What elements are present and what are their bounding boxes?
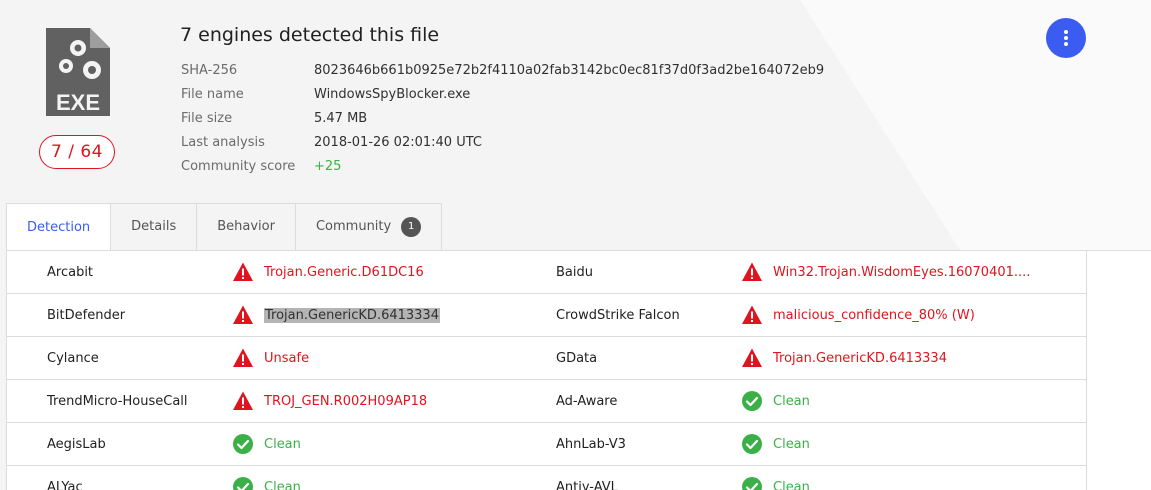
meta-key: File size: [181, 110, 314, 134]
more-vertical-icon: [1063, 29, 1069, 47]
meta-key: Community score: [181, 158, 314, 182]
detection-result: Clean: [232, 476, 301, 490]
engine-name: CrowdStrike Falcon: [556, 308, 680, 323]
result-label: Unsafe: [264, 351, 309, 366]
result-label: Clean: [773, 394, 810, 409]
page-title: 7 engines detected this file: [180, 24, 439, 46]
result-label: malicious_confidence_80% (W): [773, 308, 975, 323]
meta-row-last-analysis: Last analysis 2018-01-26 02:01:40 UTC: [181, 134, 824, 158]
engine-name: BitDefender: [47, 308, 125, 323]
detection-score-badge: 7 / 64: [39, 135, 115, 169]
result-label: Trojan.Generic.D61DC16: [264, 265, 424, 280]
warning-icon: [232, 261, 254, 283]
warning-icon: [232, 347, 254, 369]
check-circle-icon: [741, 390, 763, 412]
result-label: Clean: [773, 437, 810, 452]
detection-result: Clean: [741, 433, 810, 455]
panel-right-margin: [1085, 250, 1151, 490]
detection-result: Trojan.GenericKD.6413334: [741, 347, 947, 369]
check-circle-icon: [232, 433, 254, 455]
warning-icon: [741, 347, 763, 369]
tab-behavior[interactable]: Behavior: [197, 203, 296, 251]
tab-bar: Detection Details Behavior Community 1: [6, 203, 442, 250]
warning-icon: [232, 390, 254, 412]
detection-result: TROJ_GEN.R002H09AP18: [232, 390, 427, 412]
tab-community[interactable]: Community 1: [296, 203, 442, 251]
detection-result: malicious_confidence_80% (W): [741, 304, 975, 326]
last-analysis-value: 2018-01-26 02:01:40 UTC: [314, 134, 482, 158]
detection-result: Trojan.Generic.D61DC16: [232, 261, 424, 283]
engine-name: AegisLab: [47, 437, 106, 452]
tab-label: Details: [131, 204, 176, 250]
meta-key: Last analysis: [181, 134, 314, 158]
detection-result: Trojan.GenericKD.6413334: [232, 304, 440, 326]
check-circle-icon: [741, 476, 763, 490]
meta-row-sha256: SHA-256 8023646b661b0925e72b2f4110a02fab…: [181, 62, 824, 86]
tab-label: Detection: [27, 205, 90, 251]
engine-name: GData: [556, 351, 597, 366]
detection-result: Unsafe: [232, 347, 309, 369]
result-label: Clean: [264, 437, 301, 452]
engine-name: Antiy-AVL: [556, 480, 618, 490]
check-circle-icon: [741, 433, 763, 455]
table-row: Cylance Unsafe GData Trojan.GenericKD.641…: [7, 337, 1086, 380]
sha256-value[interactable]: 8023646b661b0925e72b2f4110a02fab3142bc0e…: [314, 62, 824, 86]
meta-row-community-score: Community score +25: [181, 158, 824, 182]
table-row: BitDefender Trojan.GenericKD.6413334 Crow…: [7, 294, 1086, 337]
meta-row-filename: File name WindowsSpyBlocker.exe: [181, 86, 824, 110]
table-row: TrendMicro-HouseCall TROJ_GEN.R002H09AP1…: [7, 380, 1086, 423]
more-options-button[interactable]: [1046, 18, 1086, 58]
tab-label: Community: [316, 204, 391, 250]
detection-result: Clean: [232, 433, 301, 455]
engine-name: Ad-Aware: [556, 394, 617, 409]
tab-details[interactable]: Details: [111, 203, 197, 251]
table-row: ALYac Clean Antiy-AVL Clean: [7, 466, 1086, 490]
meta-key: File name: [181, 86, 314, 110]
community-score-value: +25: [314, 158, 341, 182]
engine-name: Arcabit: [47, 265, 93, 280]
meta-key: SHA-256: [181, 62, 314, 86]
exe-file-icon: EXE: [44, 26, 112, 118]
result-label: Clean: [264, 480, 301, 490]
file-metadata: SHA-256 8023646b661b0925e72b2f4110a02fab…: [181, 62, 824, 182]
warning-icon: [741, 261, 763, 283]
filesize-value: 5.47 MB: [314, 110, 367, 134]
detection-table: Arcabit Trojan.Generic.D61DC16 Baidu Win3…: [6, 250, 1087, 490]
exe-label: EXE: [56, 90, 100, 115]
result-label: Win32.Trojan.WisdomEyes.16070401....: [773, 265, 1030, 280]
table-row: AegisLab Clean AhnLab-V3 Clean: [7, 423, 1086, 466]
engine-name: Baidu: [556, 265, 593, 280]
table-row: Arcabit Trojan.Generic.D61DC16 Baidu Win3…: [7, 251, 1086, 294]
detection-result: Clean: [741, 476, 810, 490]
detection-result: Clean: [741, 390, 810, 412]
check-circle-icon: [232, 476, 254, 490]
filename-value: WindowsSpyBlocker.exe: [314, 86, 470, 110]
tab-detection[interactable]: Detection: [6, 203, 111, 252]
engine-name: TrendMicro-HouseCall: [47, 394, 188, 409]
tab-label: Behavior: [217, 204, 275, 250]
warning-icon: [741, 304, 763, 326]
engine-name: ALYac: [47, 480, 83, 490]
engine-name: Cylance: [47, 351, 99, 366]
meta-row-filesize: File size 5.47 MB: [181, 110, 824, 134]
result-label: TROJ_GEN.R002H09AP18: [264, 394, 427, 409]
result-label: Clean: [773, 480, 810, 490]
engine-name: AhnLab-V3: [556, 437, 626, 452]
result-label: Trojan.GenericKD.6413334: [773, 351, 947, 366]
warning-icon: [232, 304, 254, 326]
community-count-badge: 1: [401, 217, 421, 237]
detection-result: Win32.Trojan.WisdomEyes.16070401....: [741, 261, 1030, 283]
result-label: Trojan.GenericKD.6413334: [264, 308, 440, 323]
